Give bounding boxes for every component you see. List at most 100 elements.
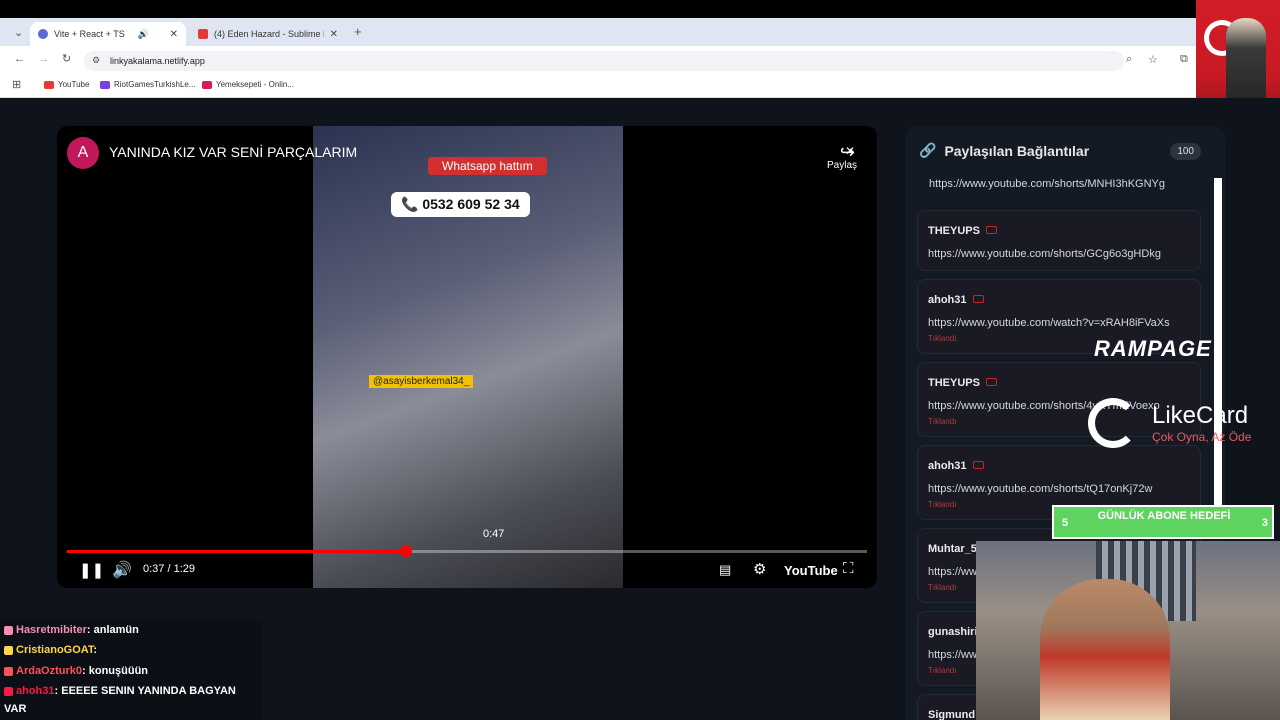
goal-title: GÜNLÜK ABONE HEDEFİ xyxy=(1097,510,1231,522)
settings-gear-icon[interactable]: ⚙ xyxy=(753,560,766,578)
captions-icon[interactable]: ▤ xyxy=(719,562,731,578)
bookmark-label: RiotGamesTurkishLe... xyxy=(114,80,196,89)
apps-grid-icon[interactable]: ⊞ xyxy=(12,78,21,91)
bookmark-label: Yemeksepeti - Onlin... xyxy=(216,80,294,89)
panel-title: Paylaşılan Bağlantılar xyxy=(944,142,1090,159)
chat-message: Hasretmibiter: anlamün xyxy=(4,624,139,636)
chat-badge-icon xyxy=(4,625,13,635)
forward-icon[interactable]: → xyxy=(38,53,49,65)
link-user: ahoh31 xyxy=(928,294,967,306)
panel-header: 🔗 Paylaşılan Bağlantılar xyxy=(919,142,1089,159)
subscriber-goal: 5 GÜNLÜK ABONE HEDEFİ 3 xyxy=(1052,505,1274,539)
close-icon[interactable]: ✕ xyxy=(170,29,178,40)
goal-current: 5 xyxy=(1062,517,1069,529)
likecard-logo: LikeCard Çok Oyna, Az Öde xyxy=(1088,396,1268,450)
star-icon[interactable]: ☆ xyxy=(1148,53,1158,66)
video-title[interactable]: YANINDA KIZ VAR SENİ PARÇALARIM xyxy=(109,144,357,160)
chat-badge-icon xyxy=(4,645,13,655)
likecard-icon xyxy=(1088,398,1138,448)
chat-username[interactable]: ahoh31 xyxy=(16,685,55,697)
extensions-icon[interactable]: ⧉ xyxy=(1180,53,1188,66)
goal-target: 3 xyxy=(1261,517,1268,529)
tab-title: (4) Eden Hazard - Sublime Dribbl xyxy=(214,29,324,39)
link-count-badge: 100 xyxy=(1170,143,1201,160)
bookmarks-bar: ⊞ YouTube RiotGamesTurkishLe... Yemeksep… xyxy=(0,74,1196,98)
volume-icon[interactable]: 🔊 xyxy=(112,560,132,580)
youtube-logo[interactable]: YouTube xyxy=(784,563,838,578)
panel-scrollbar[interactable] xyxy=(1214,178,1222,508)
youtube-icon xyxy=(198,29,208,39)
bookmark-yemeksepeti[interactable]: Yemeksepeti - Onlin... xyxy=(202,80,294,89)
top-black-strip xyxy=(0,0,1196,18)
chat-username[interactable]: Hasretmibiter xyxy=(16,624,87,636)
tab-bar: ⌄ Vite + React + TS 🔊 ✕ (4) Eden Hazard … xyxy=(0,18,1196,46)
chat-text: VAR xyxy=(4,703,27,715)
phone-number: 0532 609 52 34 xyxy=(422,196,520,212)
tab-vite[interactable]: Vite + React + TS 🔊 ✕ xyxy=(30,22,186,46)
phone-overlay: 📞 0532 609 52 34 xyxy=(391,192,530,217)
pause-icon[interactable]: ❚❚ xyxy=(79,561,104,579)
bookmark-riot[interactable]: RiotGamesTurkishLe... xyxy=(100,80,196,89)
youtube-icon xyxy=(985,225,997,234)
link-url[interactable]: https://www.youtube.com/shorts/GCg6o3gHD… xyxy=(928,248,1190,260)
top-link[interactable]: https://www.youtube.com/shorts/MNHI3hKGN… xyxy=(929,178,1165,190)
chat-text: : anlamün xyxy=(86,624,139,636)
url-field[interactable]: ⚙ linkyakalama.netlify.app xyxy=(84,51,1124,71)
chat-message: ArdaOzturk0: konuşüüün xyxy=(4,665,148,677)
link-user: THEYUPS xyxy=(928,377,980,389)
progress-fill xyxy=(67,550,407,553)
zoom-icon[interactable]: ⌕ xyxy=(1126,53,1132,66)
link-user: THEYUPS xyxy=(928,225,980,237)
chat-badge-icon xyxy=(4,686,13,696)
chat-username[interactable]: ArdaOzturk0 xyxy=(16,665,82,677)
link-user: gunashiri xyxy=(928,626,978,638)
close-icon[interactable]: ✕ xyxy=(330,29,338,40)
time-display: 0:37 / 1:29 xyxy=(143,563,195,575)
tab-eden-hazard[interactable]: (4) Eden Hazard - Sublime Dribbl ✕ xyxy=(190,22,346,46)
new-tab-icon[interactable]: + xyxy=(354,24,362,39)
speaker-icon: 🔊 xyxy=(137,28,149,39)
reload-icon[interactable]: ↻ xyxy=(62,52,71,65)
youtube-icon xyxy=(972,460,984,469)
likecard-name: LikeCard xyxy=(1152,402,1249,429)
youtube-icon xyxy=(985,377,997,386)
bookmark-youtube[interactable]: YouTube xyxy=(44,80,89,89)
link-user: Sigmund xyxy=(928,709,976,720)
bookmark-label: YouTube xyxy=(58,80,90,89)
whatsapp-overlay: Whatsapp hattım xyxy=(428,157,547,175)
share-label[interactable]: Paylaş xyxy=(827,160,857,171)
site-info-icon[interactable]: ⚙ xyxy=(92,55,100,66)
streamer-figure xyxy=(1040,579,1170,720)
chat-text: : xyxy=(93,644,98,656)
link-card[interactable]: THEYUPS https://www.youtube.com/shorts/GC… xyxy=(917,210,1201,271)
chat-badge-icon xyxy=(4,666,13,676)
fullscreen-icon[interactable]: ⛶ xyxy=(843,560,854,577)
chat-username[interactable]: CristianoGOAT xyxy=(16,644,93,656)
video-player[interactable]: Whatsapp hattım 📞 0532 609 52 34 @asayis… xyxy=(57,126,877,588)
progress-bar[interactable] xyxy=(67,545,867,557)
link-icon: 🔗 xyxy=(919,142,937,158)
hover-time-tooltip: 0:47 xyxy=(483,528,505,540)
tab-list-icon[interactable]: ⌄ xyxy=(14,26,23,39)
video-frame[interactable]: Whatsapp hattım 📞 0532 609 52 34 @asayis… xyxy=(313,126,623,588)
channel-avatar[interactable]: A xyxy=(67,137,99,169)
link-url[interactable]: https://www.youtube.com/shorts/tQ17onKj7… xyxy=(928,483,1190,495)
chat-message: ahoh31: EEEEE SENIN YANINDA BAGYAN xyxy=(4,685,236,697)
link-user: ahoh31 xyxy=(928,460,967,472)
close-icon[interactable]: ✕ xyxy=(845,144,855,158)
chat-message: CristianoGOAT: xyxy=(4,644,97,656)
tab-title: Vite + React + TS xyxy=(54,29,125,39)
streamer-webcam xyxy=(976,541,1280,720)
stream-chat: Hasretmibiter: anlamün CristianoGOAT: Arda… xyxy=(0,620,262,720)
link-user: Muhtar_58 xyxy=(928,543,984,555)
handle-overlay: @asayisberkemal34_ xyxy=(369,375,474,388)
twitch-icon xyxy=(100,80,110,89)
youtube-icon xyxy=(972,294,984,303)
chat-message: VAR xyxy=(4,703,26,715)
link-url[interactable]: https://www.youtube.com/watch?v=xRAH8iFV… xyxy=(928,317,1190,329)
chat-text: : konuşüüün xyxy=(82,665,149,677)
likecard-slogan: Çok Oyna, Az Öde xyxy=(1152,430,1252,444)
rampage-logo: RAMPAGE xyxy=(1094,336,1212,361)
back-icon[interactable]: ← xyxy=(14,53,25,65)
address-bar-row: ← → ↻ ⚙ linkyakalama.netlify.app ⌕ ☆ ⧉ xyxy=(0,46,1196,74)
